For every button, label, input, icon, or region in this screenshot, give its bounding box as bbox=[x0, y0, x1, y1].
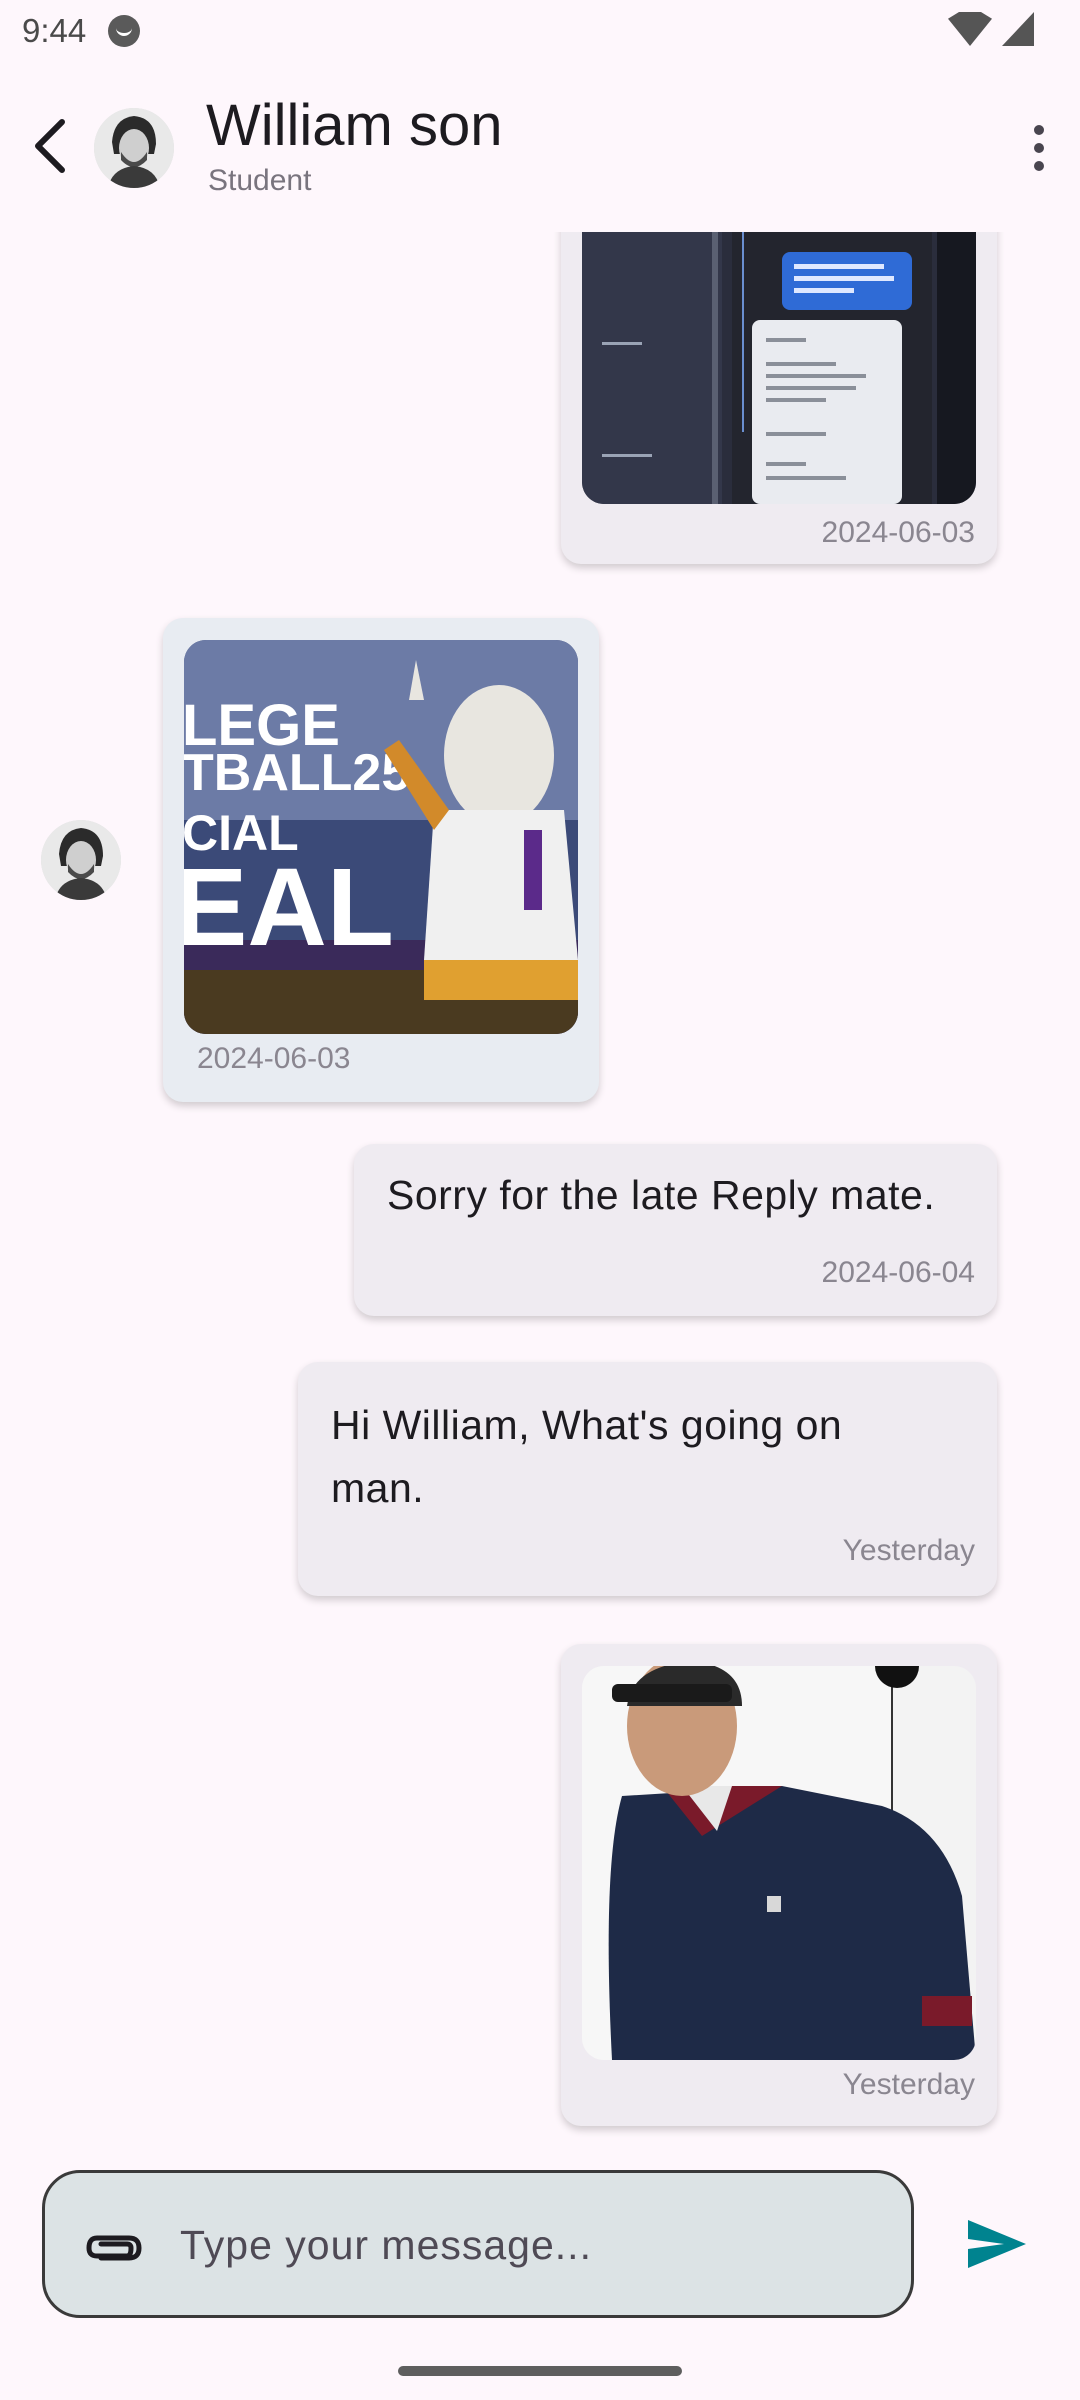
message-composer bbox=[42, 2170, 914, 2318]
message-bubble-sent[interactable]: 2024-06-03 bbox=[561, 232, 997, 564]
code-screenshot-image bbox=[582, 232, 976, 504]
more-vert-icon-dot bbox=[1034, 125, 1044, 135]
message-image[interactable] bbox=[582, 1666, 976, 2060]
paperclip-icon bbox=[86, 2235, 142, 2261]
cellular-signal-icon bbox=[1002, 12, 1034, 46]
attach-button[interactable] bbox=[79, 2213, 149, 2283]
send-button[interactable] bbox=[956, 2204, 1036, 2284]
message-timestamp: Yesterday bbox=[842, 2068, 975, 2101]
more-vert-icon-dot bbox=[1034, 143, 1044, 153]
message-timestamp: 2024-06-03 bbox=[197, 1042, 351, 1075]
football-mascot-image: LEGE TBALL25 CIAL EAL bbox=[184, 640, 578, 1034]
message-timestamp: 2024-06-03 bbox=[821, 516, 975, 549]
message-text: Sorry for the late Reply mate. bbox=[387, 1172, 936, 1218]
contact-avatar[interactable] bbox=[94, 108, 174, 188]
back-button[interactable] bbox=[14, 110, 86, 182]
sender-avatar[interactable] bbox=[41, 820, 121, 900]
message-bubble-sent[interactable]: Hi William, What's going on man. Yesterd… bbox=[298, 1362, 997, 1596]
status-time: 9:44 bbox=[22, 12, 87, 49]
more-vert-icon-dot bbox=[1034, 161, 1044, 171]
message-list[interactable]: 2024-06-03 LEGE TBALL25 CIAL EAL 2024-06… bbox=[0, 232, 1080, 2144]
notification-icon bbox=[108, 15, 141, 47]
message-bubble-sent[interactable]: Yesterday bbox=[561, 1644, 997, 2126]
contact-role: Student bbox=[208, 164, 312, 197]
message-timestamp: Yesterday bbox=[842, 1534, 975, 1567]
status-icons bbox=[948, 12, 1034, 46]
message-image[interactable] bbox=[582, 232, 976, 504]
status-bar: 9:44 bbox=[0, 0, 1080, 62]
avatar-image bbox=[94, 108, 174, 188]
message-input[interactable] bbox=[180, 2205, 880, 2285]
home-indicator[interactable] bbox=[398, 2366, 682, 2376]
arrow-back-icon bbox=[35, 119, 65, 173]
avatar-image bbox=[41, 820, 121, 900]
message-text: Hi William, What's going on man. bbox=[331, 1402, 843, 1511]
send-icon bbox=[968, 2220, 1026, 2268]
svg-text:EAL: EAL bbox=[184, 846, 394, 969]
message-timestamp: 2024-06-04 bbox=[821, 1256, 975, 1289]
contact-name[interactable]: William son bbox=[206, 92, 503, 159]
message-bubble-sent[interactable]: Sorry for the late Reply mate. 2024-06-0… bbox=[354, 1144, 997, 1316]
more-options-button[interactable] bbox=[1012, 112, 1066, 184]
svg-text:TBALL25: TBALL25 bbox=[184, 744, 410, 802]
chat-header: William son Student bbox=[0, 62, 1080, 232]
message-bubble-received[interactable]: LEGE TBALL25 CIAL EAL 2024-06-03 bbox=[163, 618, 599, 1102]
wifi-icon bbox=[948, 12, 992, 46]
polo-shirt-image bbox=[582, 1666, 976, 2060]
message-image[interactable]: LEGE TBALL25 CIAL EAL bbox=[184, 640, 578, 1034]
